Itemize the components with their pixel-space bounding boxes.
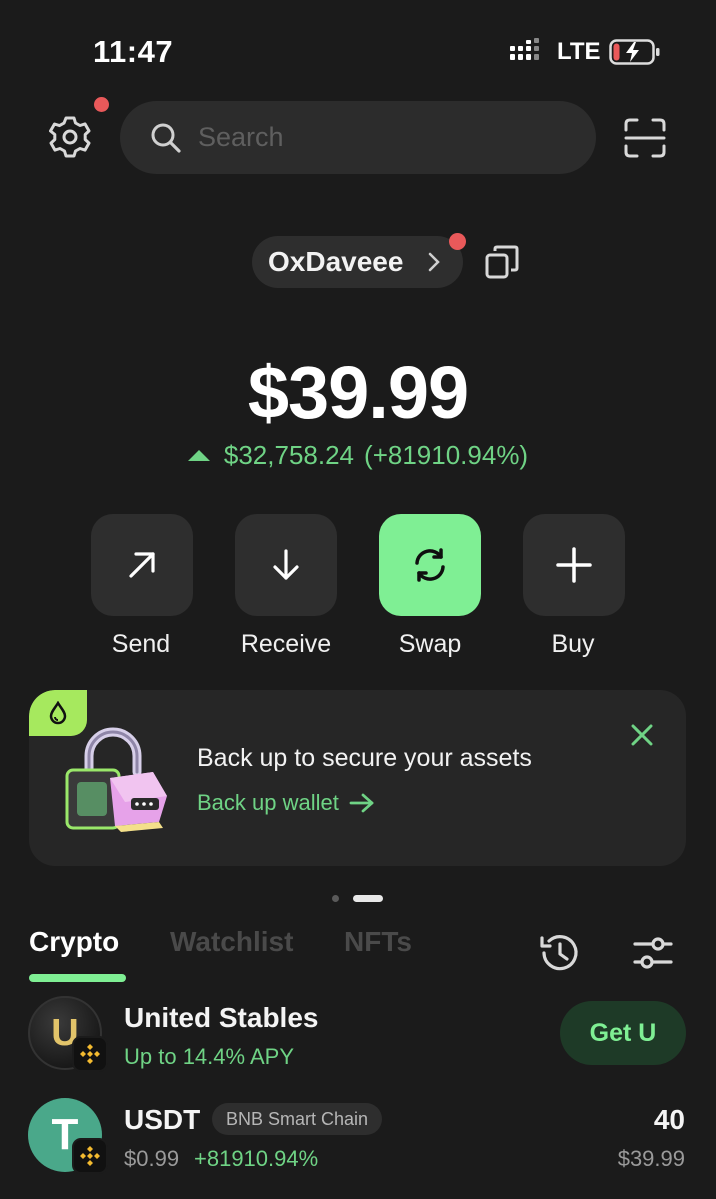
get-u-button[interactable]: Get U: [560, 1001, 686, 1065]
send-label: Send: [111, 630, 171, 658]
banner-title: Back up to secure your assets: [197, 744, 532, 772]
chevron-right-icon: [428, 252, 440, 272]
balance-change: $32,758.24 (+81910.94%): [0, 440, 716, 471]
battery-charging-icon: [609, 39, 660, 65]
tab-crypto[interactable]: Crypto: [29, 926, 119, 958]
search-input[interactable]: [198, 122, 578, 153]
active-tab-indicator: [29, 974, 126, 982]
search-icon: [151, 123, 181, 153]
token-name: USDT: [124, 1104, 201, 1135]
carousel-indicator: [332, 895, 383, 902]
scan-icon[interactable]: [624, 118, 666, 158]
account-name: OxDaveee: [268, 246, 404, 277]
bnb-chain-badge: [72, 1036, 108, 1072]
close-icon[interactable]: [629, 722, 655, 748]
arrow-down-icon: [273, 549, 299, 580]
bnb-chain-badge: [72, 1138, 108, 1174]
tab-nfts[interactable]: NFTs: [344, 926, 412, 958]
account-selector[interactable]: OxDaveee: [252, 236, 463, 288]
arrow-right-icon: [349, 793, 374, 813]
buy-label: Buy: [551, 630, 595, 658]
token-apy: Up to 14.4% APY: [124, 1044, 294, 1069]
tab-watchlist[interactable]: Watchlist: [170, 926, 293, 958]
gear-icon[interactable]: [46, 113, 94, 161]
swap-label: Swap: [398, 630, 462, 658]
filter-icon[interactable]: [632, 932, 674, 974]
send-button[interactable]: [91, 514, 193, 616]
receive-label: Receive: [240, 630, 332, 658]
swap-icon: [415, 548, 445, 582]
token-name: United Stables: [124, 1002, 319, 1033]
chain-pill: BNB Smart Chain: [212, 1103, 383, 1135]
copy-icon[interactable]: [484, 244, 520, 280]
carousel-dot-active: [353, 895, 383, 902]
backup-wallet-label: Back up wallet: [197, 790, 339, 815]
status-time: 11:47: [93, 34, 174, 69]
status-bar: 11:47 LTE: [0, 0, 716, 100]
signal-icon: [510, 38, 539, 60]
lock-illustration: [65, 727, 167, 832]
swap-button[interactable]: [379, 514, 481, 616]
settings-notification-dot: [94, 97, 109, 112]
drop-icon: [49, 701, 67, 725]
search-bar[interactable]: [120, 101, 596, 174]
history-icon[interactable]: [538, 932, 580, 974]
backup-banner[interactable]: Back up to secure your assets Back up wa…: [29, 690, 686, 866]
backup-wallet-link[interactable]: Back up wallet: [197, 790, 375, 816]
account-notification-dot: [449, 233, 466, 250]
change-percent: (+81910.94%): [364, 440, 529, 470]
bnb-icon: [80, 1044, 100, 1064]
token-price: $0.99: [124, 1146, 180, 1171]
token-change: +81910.94%: [194, 1146, 319, 1171]
network-label: LTE: [557, 38, 601, 65]
bnb-icon: [80, 1146, 100, 1166]
plus-icon: [556, 547, 592, 583]
total-balance: $39.99: [247, 351, 469, 434]
token-amount: 40: [653, 1104, 685, 1135]
buy-button[interactable]: [523, 514, 625, 616]
carousel-dot: [332, 895, 339, 902]
triangle-up-icon: [187, 450, 210, 461]
receive-button[interactable]: [235, 514, 337, 616]
arrow-up-right-icon: [129, 552, 155, 578]
token-value: $39.99: [617, 1146, 685, 1171]
change-amount: $32,758.24: [223, 440, 355, 470]
